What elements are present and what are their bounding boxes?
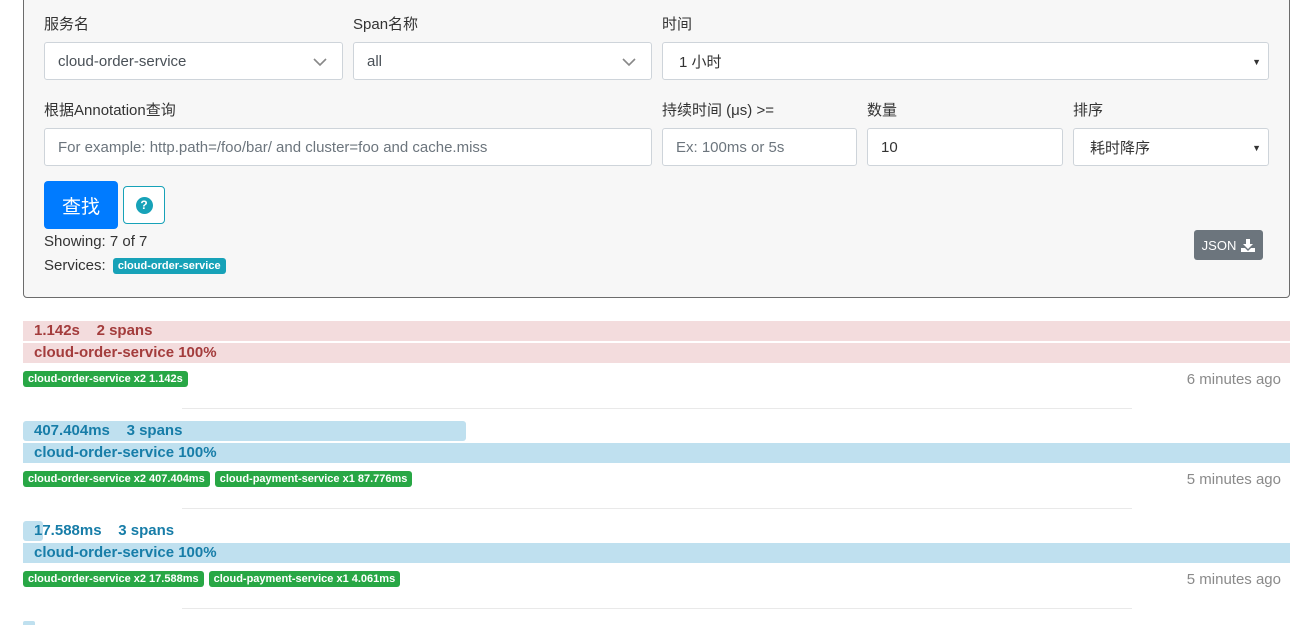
row-divider: [182, 408, 1132, 409]
caret-down-icon: ▼: [1252, 143, 1261, 153]
chevron-down-icon: [313, 58, 327, 67]
caret-down-icon: ▼: [1252, 57, 1261, 67]
json-download-button[interactable]: JSON: [1194, 230, 1263, 260]
limit-label: 数量: [867, 102, 898, 119]
duration-value: 1.142s: [34, 322, 80, 339]
min-duration-input[interactable]: Ex: 100ms or 5s: [662, 128, 857, 166]
limit-input[interactable]: 10: [867, 128, 1063, 166]
row-divider: [182, 608, 1132, 609]
trace-row[interactable]: 407.404ms 3 spans cloud-order-service 10…: [23, 421, 1290, 521]
service-duration-tag: cloud-payment-service x1 87.776ms: [214, 471, 413, 487]
limit-value: 10: [881, 138, 898, 156]
trace-timestamp: 6 minutes ago: [1186, 371, 1281, 388]
sort-select[interactable]: 耗时降序 ▼: [1073, 128, 1269, 166]
service-tags: cloud-order-service x2 407.404ms cloud-p…: [23, 471, 413, 487]
service-percentage: cloud-order-service 100%: [34, 544, 217, 561]
annotation-placeholder: For example: http.path=/foo/bar/ and clu…: [58, 138, 488, 156]
span-name-label: Span名称: [353, 16, 419, 33]
find-button[interactable]: 查找: [44, 181, 118, 229]
service-duration-tag: cloud-order-service x2 407.404ms: [23, 471, 210, 487]
duration-bar: [23, 321, 1290, 341]
duration-placeholder: Ex: 100ms or 5s: [676, 138, 785, 156]
span-count: 3 spans: [118, 522, 175, 539]
service-name-label: 服务名: [44, 16, 90, 33]
span-count: 2 spans: [96, 322, 153, 339]
service-name-select[interactable]: cloud-order-service: [44, 42, 343, 80]
time-value: 1 小时: [679, 53, 722, 71]
showing-count: Showing: 7 of 7: [44, 233, 148, 250]
trace-row[interactable]: 1.142s 2 spans cloud-order-service 100% …: [23, 321, 1290, 421]
service-tags: cloud-order-service x2 1.142s: [23, 371, 188, 387]
services-label: Services:: [44, 257, 106, 274]
search-panel: 服务名 cloud-order-service Span名称 all 时间 1 …: [23, 0, 1290, 298]
duration-value: 407.404ms: [34, 422, 110, 439]
download-icon: [1241, 238, 1256, 252]
chevron-down-icon: [622, 58, 636, 67]
trace-timestamp: 5 minutes ago: [1186, 571, 1281, 588]
annotation-query-input[interactable]: For example: http.path=/foo/bar/ and clu…: [44, 128, 652, 166]
service-duration-tag: cloud-order-service x2 1.142s: [23, 371, 188, 387]
service-percentage: cloud-order-service 100%: [34, 444, 217, 461]
trace-duration: 407.404ms 3 spans: [34, 422, 182, 439]
service-badge[interactable]: cloud-order-service: [112, 258, 226, 274]
trace-duration: 17.588ms 3 spans: [34, 522, 174, 539]
service-percentage: cloud-order-service 100%: [34, 344, 217, 361]
question-circle-icon: ?: [135, 196, 153, 214]
sort-value: 耗时降序: [1090, 139, 1151, 157]
service-tags: cloud-order-service x2 17.588ms cloud-pa…: [23, 571, 401, 587]
service-name-value: cloud-order-service: [58, 52, 187, 70]
service-duration-tag: cloud-order-service x2 17.588ms: [23, 571, 204, 587]
service-duration-tag: cloud-payment-service x1 4.061ms: [208, 571, 401, 587]
partial-trace-bar: [23, 621, 35, 625]
duration-label: 持续时间 (μs) >=: [662, 102, 774, 119]
duration-value: 17.588ms: [34, 522, 102, 539]
time-label: 时间: [662, 16, 693, 33]
trace-row[interactable]: 17.588ms 3 spans cloud-order-service 100…: [23, 521, 1290, 621]
sort-label: 排序: [1073, 102, 1104, 119]
help-button[interactable]: ?: [123, 186, 165, 224]
trace-duration: 1.142s 2 spans: [34, 322, 152, 339]
span-name-value: all: [367, 52, 383, 70]
span-name-select[interactable]: all: [353, 42, 652, 80]
trace-timestamp: 5 minutes ago: [1186, 471, 1281, 488]
annotation-label: 根据Annotation查询: [44, 102, 176, 119]
row-divider: [182, 508, 1132, 509]
time-select[interactable]: 1 小时 ▼: [662, 42, 1269, 80]
span-count: 3 spans: [126, 422, 183, 439]
services-summary: Services: cloud-order-service: [44, 257, 226, 274]
json-label: JSON: [1201, 237, 1237, 253]
